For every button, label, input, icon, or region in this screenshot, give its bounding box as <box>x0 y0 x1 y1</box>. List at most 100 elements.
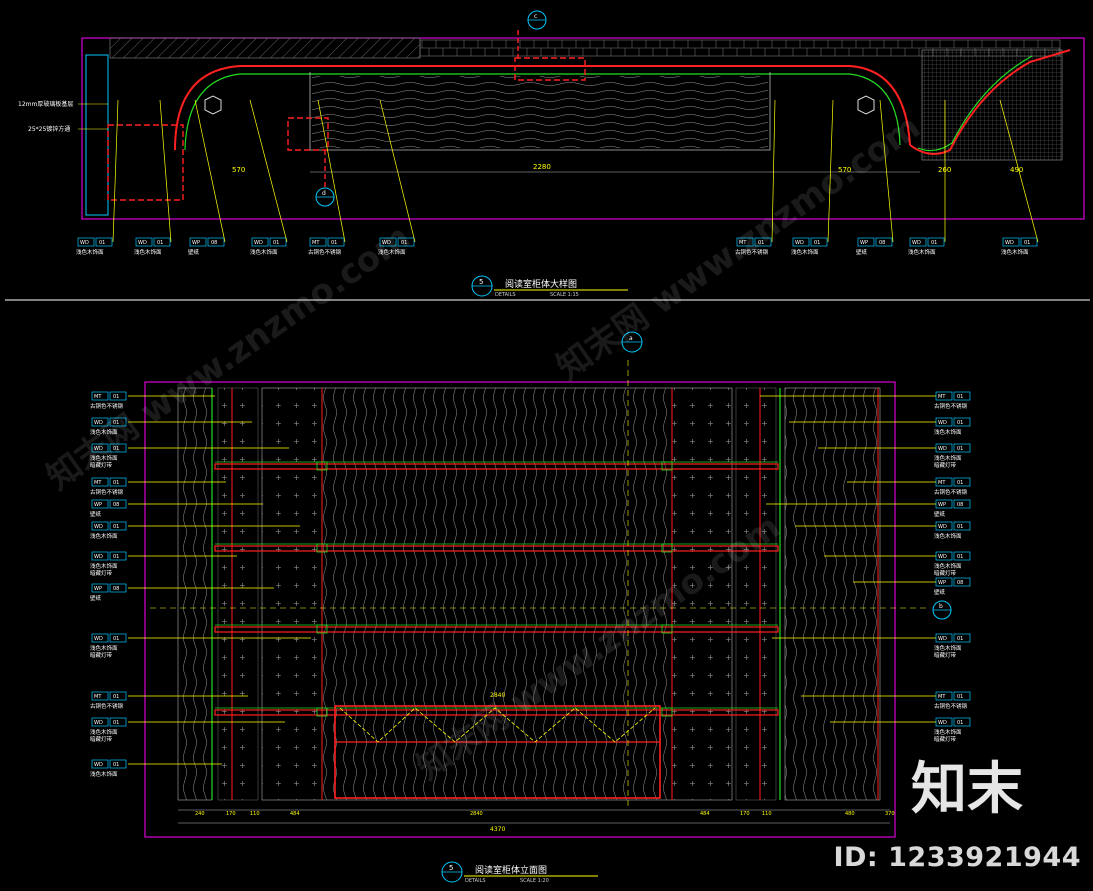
tag-text-2: 暗藏灯带 <box>934 651 957 659</box>
tag-code: WD <box>94 524 103 530</box>
tag-number: 01 <box>957 554 963 560</box>
tag-text: 古铜色不锈钢 <box>90 488 124 496</box>
tag-code: MT <box>94 480 102 486</box>
tag-code: WD <box>1005 240 1014 246</box>
tag-code: WD <box>80 240 89 246</box>
tag-code: WD <box>938 554 947 560</box>
pipe-octagon-right <box>857 95 875 115</box>
left-wallpaper-panel <box>261 387 323 801</box>
left-column <box>85 54 109 216</box>
tag-number: 01 <box>113 694 119 700</box>
top-tag-1: WD 01 浅色木饰面 <box>134 99 172 256</box>
bottom-title-text: 阅读室柜体立面图 <box>475 864 547 876</box>
tag-number: 01 <box>957 636 963 642</box>
left-wallpaper-narrow <box>217 387 259 801</box>
callout-a-letter: a <box>629 335 633 342</box>
right-wallpaper-panel <box>671 387 733 801</box>
top-title-text: 阅读室柜体大样图 <box>505 278 577 290</box>
tag-text-2: 暗藏灯带 <box>934 569 957 577</box>
top-title-block: 5 阅读室柜体大样图 DETAILS SCALE 1:15 <box>471 275 628 298</box>
tag-number: 01 <box>931 240 937 246</box>
tag-text: 壁纸 <box>188 248 200 256</box>
detail-box-left <box>107 124 184 201</box>
tag-number: 01 <box>1024 240 1030 246</box>
left-tag-6: WD 01 浅色木饰面暗藏灯带 <box>90 551 237 577</box>
tag-text: 古铜色不锈钢 <box>90 402 124 410</box>
tag-text-2: 暗藏灯带 <box>934 735 957 743</box>
tag-number: 08 <box>211 240 217 246</box>
tag-number: 01 <box>273 240 279 246</box>
tag-text-2: 暗藏灯带 <box>934 461 957 469</box>
section-callout-c[interactable]: c <box>527 10 547 30</box>
tag-number: 01 <box>113 420 119 426</box>
top-tag-2: WP 08 壁纸 <box>188 99 226 256</box>
tag-text: 浅色木饰面 <box>90 644 118 652</box>
tag-leader <box>827 99 834 243</box>
tag-code: WD <box>912 240 921 246</box>
tag-text: 浅色木饰面 <box>378 248 406 256</box>
tag-text: 浅色木饰面 <box>934 532 962 540</box>
bottom-dim-9: 370 <box>885 811 895 817</box>
tag-text-2: 暗藏灯带 <box>90 735 113 743</box>
bottom-title-number: 5 <box>449 864 453 872</box>
top-title-number: 5 <box>479 278 483 286</box>
tag-number: 01 <box>758 240 764 246</box>
tag-code: WD <box>938 524 947 530</box>
dim-570-right: 570 <box>838 166 851 174</box>
tag-text: 古铜色不锈钢 <box>90 702 124 710</box>
tag-number: 01 <box>113 446 119 452</box>
tag-text: 浅色木饰面 <box>934 728 962 736</box>
tag-number: 08 <box>113 502 119 508</box>
tag-text: 古铜色不锈钢 <box>934 702 968 710</box>
top-title-scale: SCALE 1:15 <box>550 292 579 298</box>
tag-number: 08 <box>113 586 119 592</box>
tag-text: 古铜色不锈钢 <box>735 248 769 256</box>
section-callout-d[interactable]: d <box>315 187 335 207</box>
tag-text: 浅色木饰面 <box>90 562 118 570</box>
tag-text: 浅色木饰面 <box>90 770 118 778</box>
tag-code: WP <box>192 240 200 246</box>
tag-code: MT <box>938 694 946 700</box>
bottom-dim-5: 484 <box>700 811 710 817</box>
tag-number: 01 <box>957 480 963 486</box>
tag-code: WD <box>94 420 103 426</box>
section-callout-b[interactable]: b <box>932 600 952 620</box>
tag-number: 01 <box>113 524 119 530</box>
tag-number: 01 <box>957 524 963 530</box>
tag-number: 01 <box>157 240 163 246</box>
callout-c-letter: c <box>534 13 537 20</box>
tag-number: 01 <box>113 480 119 486</box>
tag-code: WD <box>938 446 947 452</box>
tag-text: 浅色木饰面 <box>90 454 118 462</box>
tag-text: 浅色木饰面 <box>90 728 118 736</box>
brand-logo-watermark: 知末 <box>911 757 1023 822</box>
dim-490: 490 <box>1010 166 1023 174</box>
dim-570-left: 570 <box>232 166 245 174</box>
total-width-dim: 4370 <box>490 826 505 833</box>
tag-code: WD <box>254 240 263 246</box>
image-id-watermark: ID: 1233921944 <box>833 842 1081 873</box>
tag-code: WD <box>382 240 391 246</box>
tag-number: 01 <box>401 240 407 246</box>
tag-text: 壁纸 <box>934 588 946 596</box>
tag-text: 古铜色不锈钢 <box>308 248 342 256</box>
tag-text: 浅色木饰面 <box>934 644 962 652</box>
tag-number: 01 <box>957 394 963 400</box>
right-wood-panel <box>784 387 881 801</box>
tag-number: 01 <box>957 446 963 452</box>
section-callout-a[interactable]: a <box>621 331 643 353</box>
tag-text-2: 暗藏灯带 <box>90 461 113 469</box>
tag-text-2: 暗藏灯带 <box>90 651 113 659</box>
bottom-dim-2: 110 <box>250 811 260 817</box>
tag-code: WP <box>94 502 102 508</box>
tag-code: WD <box>94 720 103 726</box>
tag-text: 古铜色不锈钢 <box>934 402 968 410</box>
top-tag-3: WD 01 浅色木饰面 <box>249 99 288 256</box>
tag-text: 浅色木饰面 <box>908 248 936 256</box>
tag-text-2: 暗藏灯带 <box>90 569 113 577</box>
inner-width-dim: 2840 <box>490 692 505 699</box>
tag-number: 01 <box>957 694 963 700</box>
tag-code: WD <box>138 240 147 246</box>
tag-leader <box>194 99 226 243</box>
bottom-title-subtitle: DETAILS <box>465 878 486 884</box>
